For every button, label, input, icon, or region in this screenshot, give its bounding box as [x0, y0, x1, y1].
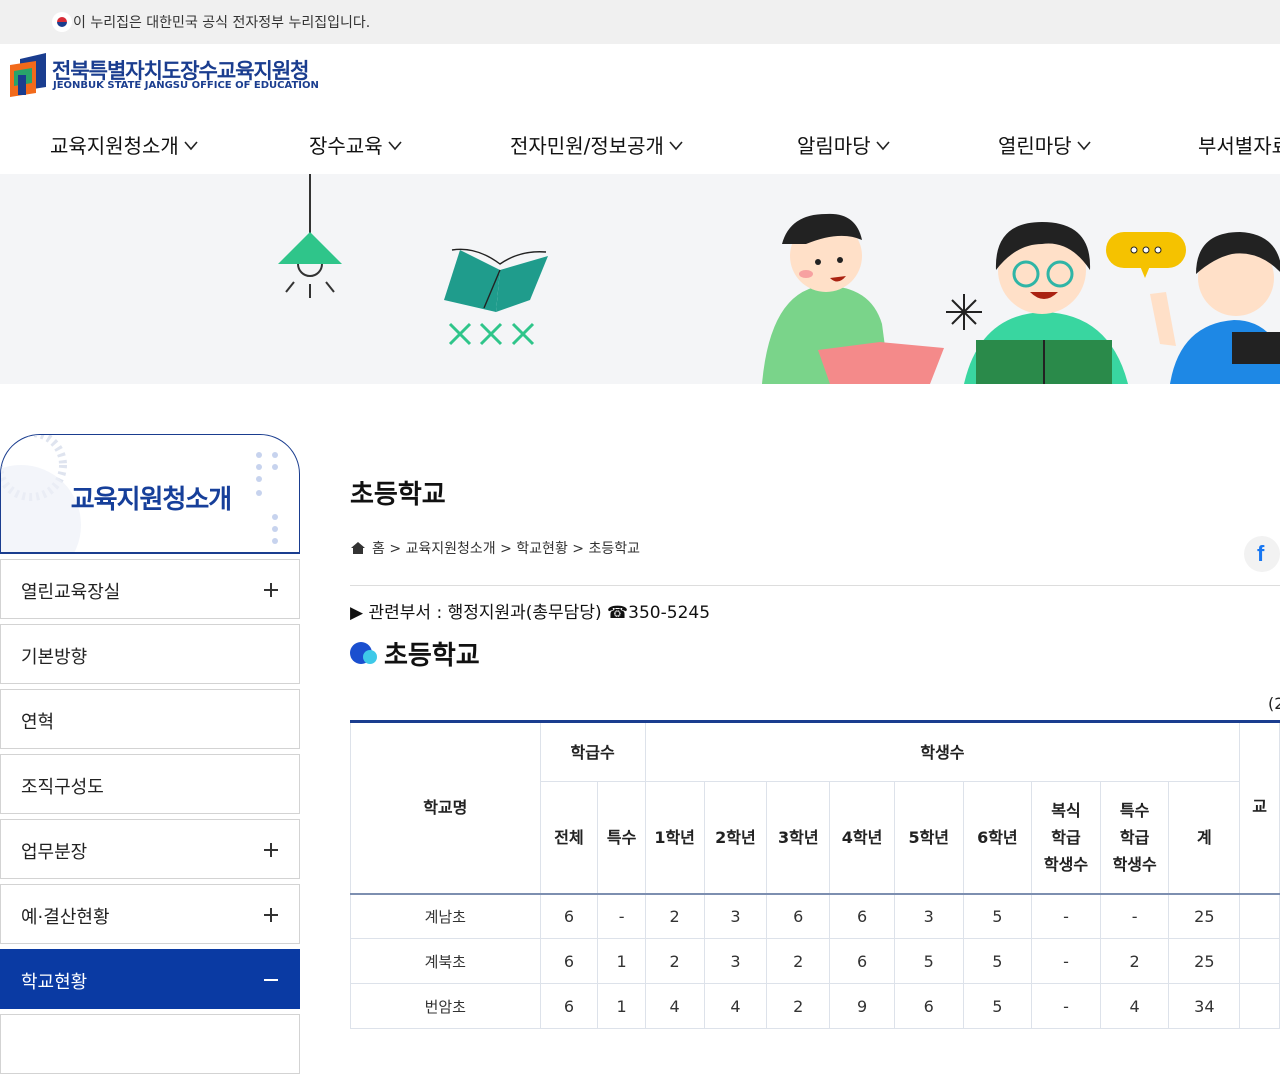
gnb-item-label: 부서별자료	[1198, 134, 1280, 158]
plus-icon	[264, 583, 278, 597]
table-row: 계남초 6 - 2 3 6 6 3 5 - - 25	[350, 893, 1280, 939]
section-title-text: 초등학교	[384, 640, 480, 671]
snb-item-budget[interactable]: 예·결산현황	[0, 884, 300, 944]
header-class-special: 특수	[597, 781, 646, 895]
gov-notice-bar: 이 누리집은 대한민국 공식 전자정부 누리집입니다.	[0, 0, 1280, 44]
school-stats-table: 학교명 학급수 학생수 교 전체 특수 1학년 2학년 3학년 4학년 5학년 …	[350, 720, 1280, 1029]
gnb-item-label: 알림마당	[797, 134, 871, 158]
main-navigation: 교육지원청소개 장수교육 전자민원/정보공개 알림마당 열린마당 부서별자료	[0, 118, 1280, 174]
gnb-item-label: 전자민원/정보공개	[510, 134, 664, 158]
gnb-item-civil[interactable]: 전자민원/정보공개	[510, 130, 684, 159]
home-icon[interactable]	[350, 540, 366, 556]
bullet-dots-icon	[350, 640, 380, 666]
open-book-icon	[444, 248, 548, 312]
kid-with-green-book-illustration	[964, 222, 1128, 384]
snb-item-label: 연혁	[21, 712, 55, 733]
breadcrumb-text[interactable]: 홈 > 교육지원청소개 > 학교현황 > 초등학교	[372, 538, 640, 558]
gnb-item-label: 교육지원청소개	[50, 134, 179, 158]
korea-flag-icon	[52, 12, 72, 32]
table-unit-note: (2	[1268, 694, 1280, 713]
plus-icon	[264, 843, 278, 857]
snb-item-history[interactable]: 연혁	[0, 689, 300, 749]
snb-item-label: 열린교육장실	[21, 582, 121, 603]
snb-title: 교육지원청소개	[70, 485, 232, 515]
gnb-item-intro[interactable]: 교육지원청소개	[50, 130, 199, 159]
header-grade-3: 3학년	[766, 781, 831, 895]
snb-item-label: 업무분장	[21, 842, 88, 863]
facebook-icon: f	[1257, 541, 1265, 566]
header-special-students: 특수 학급 학생수	[1099, 781, 1170, 895]
header-classes: 학급수	[539, 721, 646, 782]
lamp-icon	[278, 174, 342, 298]
logo-name-english: JEONBUK STATE JANGSU OFFICE OF EDUCATION	[53, 80, 319, 91]
header-grade-6: 6학년	[962, 781, 1033, 895]
header-class-total: 전체	[539, 781, 599, 895]
snb-item-open-office[interactable]: 열린교육장실	[0, 559, 300, 619]
speech-bubble-icon	[1106, 232, 1186, 278]
header-school-name: 학교명	[350, 721, 541, 895]
header-grade-5: 5학년	[893, 781, 964, 895]
header-cut-column: 교	[1239, 721, 1280, 895]
header-grade-1: 1학년	[644, 781, 705, 895]
kid-with-red-book-illustration	[762, 213, 944, 384]
snb-item-label: 예·결산현황	[21, 907, 110, 928]
logo-mark-icon	[10, 53, 46, 97]
table-row: 계북초 6 1 2 3 2 6 5 5 - 2 25	[350, 938, 1280, 984]
snb-header: 교육지원청소개	[0, 434, 300, 554]
snb-item-label: 기본방향	[21, 647, 88, 668]
header-students: 학생수	[644, 721, 1241, 782]
snb-item-basic-direction[interactable]: 기본방향	[0, 624, 300, 684]
gnb-item-department[interactable]: 부서별자료	[1198, 130, 1280, 159]
sub-visual-banner	[0, 174, 1280, 384]
divider	[350, 585, 1280, 586]
header-grade-2: 2학년	[703, 781, 768, 895]
header-sum: 계	[1168, 781, 1241, 895]
chevron-down-icon	[876, 140, 890, 150]
table-row: 번암초 6 1 4 4 2 9 6 5 - 4 34	[350, 983, 1280, 1029]
gnb-item-education[interactable]: 장수교육	[309, 130, 403, 159]
gnb-item-label: 열린마당	[998, 134, 1072, 158]
snb-item-school-status[interactable]: 학교현황	[0, 949, 300, 1009]
sparkle-icon	[946, 294, 982, 330]
related-department: ▶ 관련부서 : 행정지원과(총무담당) ☎350-5245	[350, 603, 711, 623]
gov-notice-text: 이 누리집은 대한민국 공식 전자정부 누리집입니다.	[73, 15, 371, 31]
snb-item-duties[interactable]: 업무분장	[0, 819, 300, 879]
breadcrumb: 홈 > 교육지원청소개 > 학교현황 > 초등학교	[350, 538, 640, 558]
snb-item-next[interactable]	[0, 1014, 300, 1074]
gnb-item-label: 장수교육	[309, 134, 383, 158]
section-title: 초등학교	[350, 636, 480, 671]
gnb-item-open[interactable]: 열린마당	[998, 130, 1092, 159]
plus-icon	[264, 908, 278, 922]
snb-item-label: 학교현황	[21, 972, 88, 993]
header-multigrade: 복식 학급 학생수	[1031, 781, 1101, 895]
banner-illustration	[278, 174, 1280, 384]
chevron-down-icon	[388, 140, 402, 150]
minus-icon	[264, 979, 278, 981]
header-grade-4: 4학년	[829, 781, 895, 895]
x-marks-icon	[448, 322, 535, 346]
snb-item-organization[interactable]: 조직구성도	[0, 754, 300, 814]
chevron-down-icon	[1077, 140, 1091, 150]
chevron-down-icon	[669, 140, 683, 150]
chevron-down-icon	[184, 140, 198, 150]
gnb-item-notice[interactable]: 알림마당	[797, 130, 891, 159]
snb-item-label: 조직구성도	[21, 777, 104, 798]
page-title: 초등학교	[350, 480, 446, 510]
site-logo[interactable]: 전북특별자치도장수교육지원청 JEONBUK STATE JANGSU OFFI…	[8, 53, 328, 97]
facebook-share-button[interactable]: f	[1244, 536, 1280, 572]
